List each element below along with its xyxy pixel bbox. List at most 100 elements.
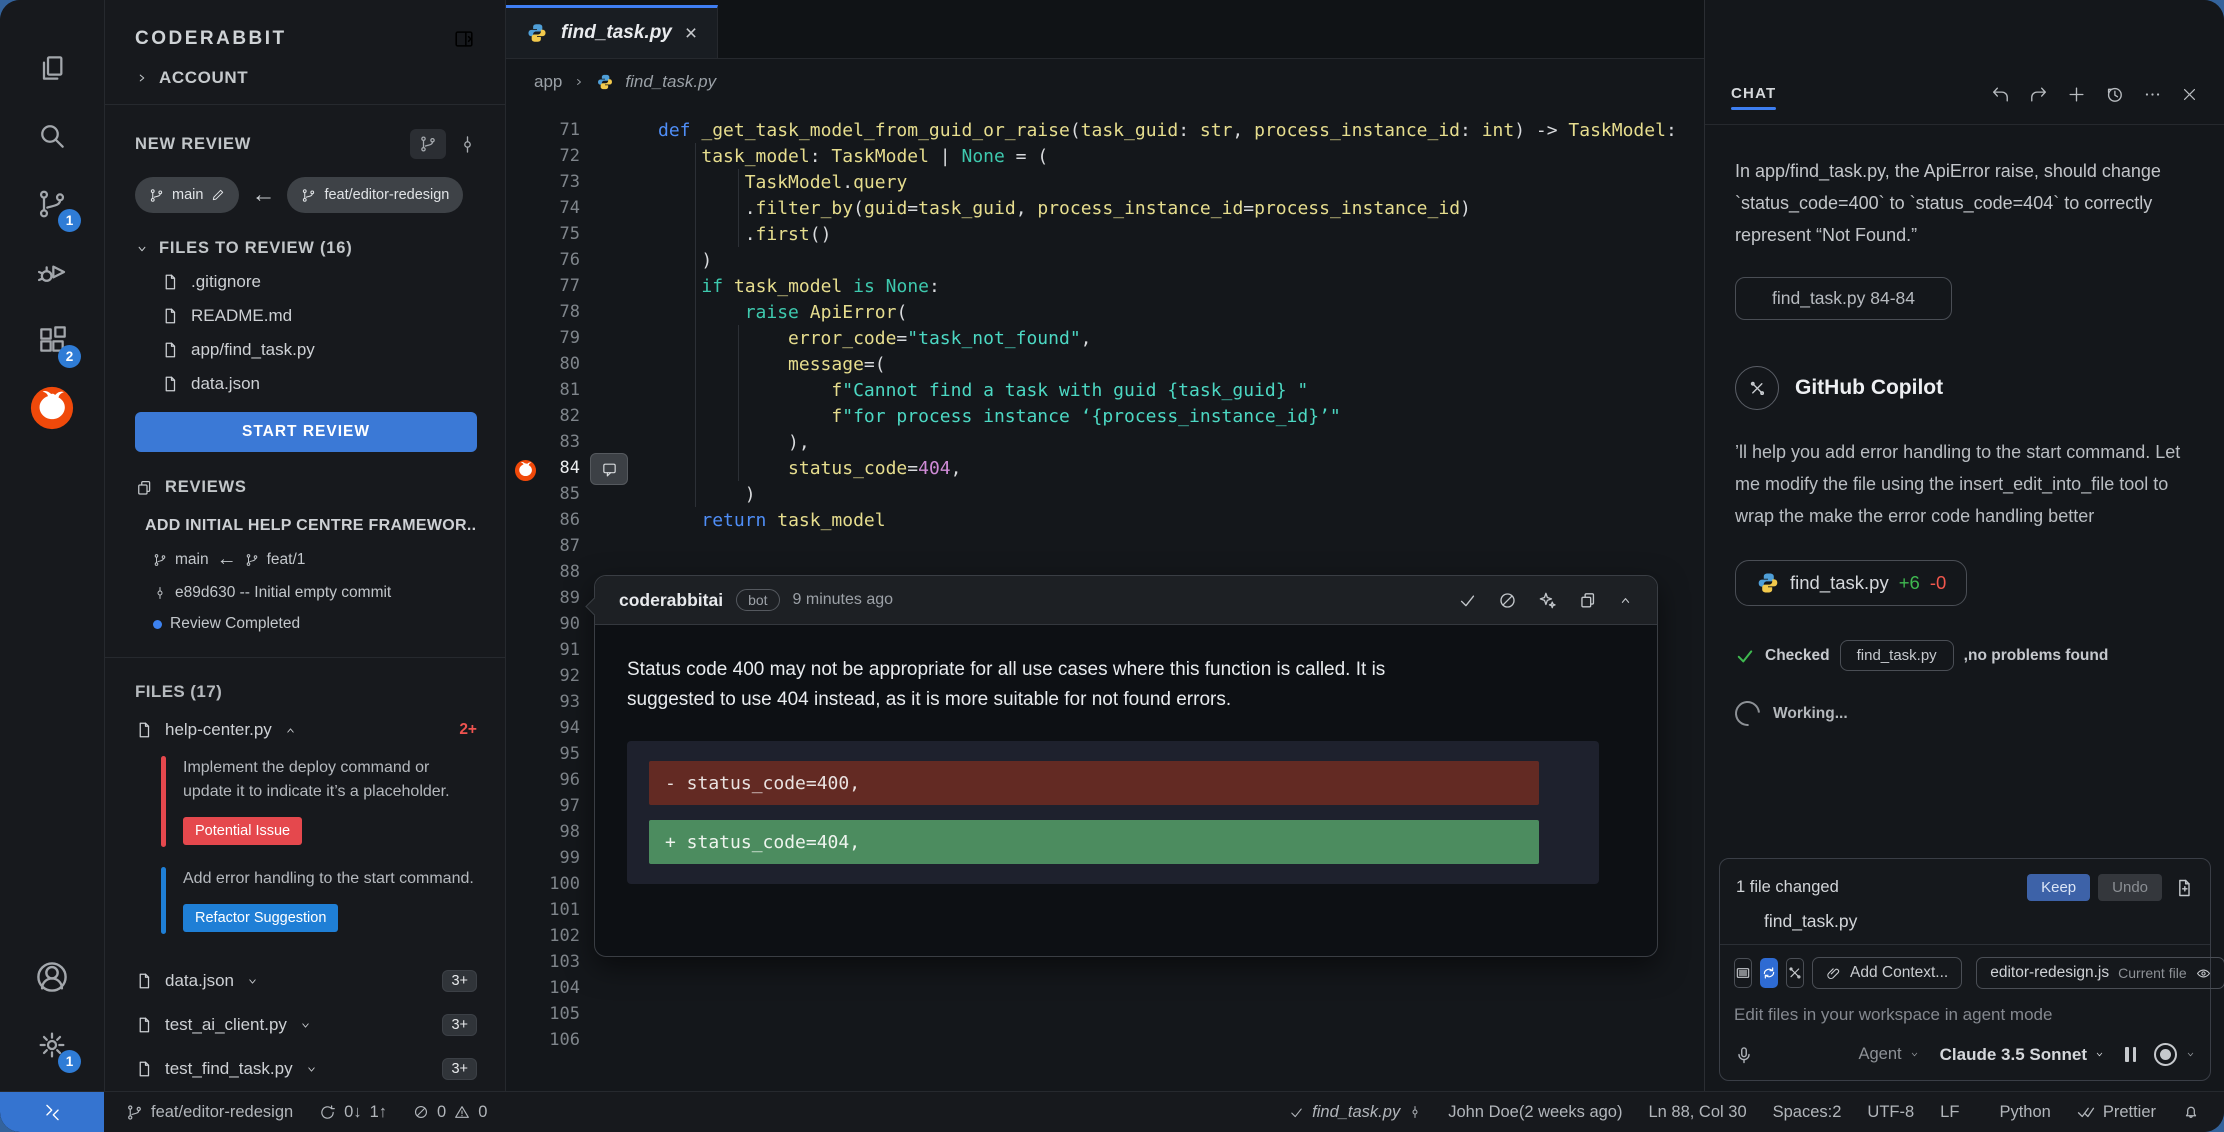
file-reference-pill[interactable]: find_task.py 84-84 <box>1735 277 1952 320</box>
reviews-header[interactable]: REVIEWS <box>135 478 477 497</box>
add-context-button[interactable]: Add Context... <box>1812 957 1962 989</box>
chevron-down-icon[interactable] <box>2185 1049 2196 1060</box>
review-commit[interactable]: e89d630 -- Initial empty commit <box>135 584 477 602</box>
redo-icon[interactable] <box>2029 85 2048 104</box>
model-selector[interactable]: Claude 3.5 Sonnet <box>1940 1045 2105 1065</box>
sync-status[interactable]: 0↓1↑ <box>319 1103 387 1122</box>
breadcrumb-folder[interactable]: app <box>534 72 562 92</box>
checked-file-pill[interactable]: find_task.py <box>1840 640 1954 671</box>
file-row[interactable]: test_ai_client.py3+ <box>135 1014 477 1036</box>
coderabbit-icon[interactable] <box>27 384 77 432</box>
compare-branches-icon[interactable] <box>410 129 446 159</box>
code-line[interactable]: 78 raise ApiError( <box>506 299 1704 325</box>
code-line[interactable]: 75 .first() <box>506 221 1704 247</box>
code-line[interactable]: 86 return task_model <box>506 507 1704 533</box>
open-panel-icon[interactable] <box>453 28 475 50</box>
mode-selector[interactable]: Agent <box>1859 1045 1920 1064</box>
problems-status[interactable]: 0 0 <box>413 1103 487 1122</box>
base-branch-pill[interactable]: main <box>135 177 239 213</box>
compare-branch-pill[interactable]: feat/editor-redesign <box>287 177 463 213</box>
chat-input-placeholder[interactable]: Edit files in your workspace in agent mo… <box>1734 1005 2196 1025</box>
code-line[interactable]: 84 status_code=404, <box>506 455 1704 481</box>
collapse-icon[interactable] <box>1618 593 1633 608</box>
account-section-header[interactable]: ACCOUNT <box>105 64 505 105</box>
breadcrumb-file[interactable]: find_task.py <box>625 72 716 92</box>
source-control-icon[interactable]: 1 <box>27 180 77 228</box>
formatter-status[interactable]: Prettier <box>2077 1103 2156 1122</box>
run-debug-icon[interactable] <box>27 248 77 296</box>
prompt-library-icon[interactable] <box>1734 958 1752 988</box>
file-to-review[interactable]: README.md <box>135 306 477 326</box>
code-line[interactable]: 77 if task_model is None: <box>506 273 1704 299</box>
mic-icon[interactable] <box>1734 1045 1754 1065</box>
code-line[interactable]: 85 ) <box>506 481 1704 507</box>
encoding[interactable]: UTF-8 <box>1867 1103 1914 1122</box>
changed-file-pill[interactable]: find_task.py +6 -0 <box>1735 560 1967 606</box>
code-editor[interactable]: 71def _get_task_model_from_guid_or_raise… <box>506 105 1704 1091</box>
code-line[interactable]: 76 ) <box>506 247 1704 273</box>
keep-button[interactable]: Keep <box>2027 874 2090 901</box>
changed-file-entry[interactable]: find_task.py <box>1736 911 2194 932</box>
agent-loop-icon[interactable] <box>1760 958 1778 988</box>
code-line[interactable]: 106 <box>506 1027 1704 1053</box>
undo-button[interactable]: Undo <box>2098 874 2162 901</box>
chat-messages[interactable]: In app/find_task.py, the ApiError raise,… <box>1705 125 2224 848</box>
files-to-review-header[interactable]: FILES TO REVIEW (16) <box>135 239 477 258</box>
file-row-expanded[interactable]: help-center.py 2+ <box>135 720 477 740</box>
undo-icon[interactable] <box>1991 85 2010 104</box>
indentation[interactable]: Spaces:2 <box>1773 1103 1842 1122</box>
extensions-icon[interactable]: 2 <box>27 316 77 364</box>
ignore-icon[interactable] <box>1498 591 1517 610</box>
send-record-button[interactable] <box>2154 1043 2177 1066</box>
commit-icon[interactable] <box>458 135 477 154</box>
explorer-icon[interactable] <box>27 44 77 92</box>
tab-find-task[interactable]: find_task.py × <box>506 5 718 58</box>
cursor-position[interactable]: Ln 88, Col 30 <box>1648 1103 1746 1122</box>
active-file-status[interactable]: find_task.py <box>1289 1103 1422 1122</box>
tools-icon[interactable] <box>1786 958 1804 988</box>
code-line[interactable]: 105 <box>506 1001 1704 1027</box>
code-line[interactable]: 71def _get_task_model_from_guid_or_raise… <box>506 117 1704 143</box>
settings-gear-icon[interactable]: 1 <box>27 1021 77 1069</box>
bell-icon[interactable] <box>2182 1103 2200 1121</box>
eol[interactable]: LF <box>1940 1103 1959 1122</box>
code-line[interactable]: 74 .filter_by(guid=task_guid, process_in… <box>506 195 1704 221</box>
ai-sparkle-icon[interactable] <box>1538 591 1557 610</box>
file-row[interactable]: data.json3+ <box>135 970 477 992</box>
file-to-review[interactable]: .gitignore <box>135 272 477 292</box>
code-line[interactable]: 72 task_model: TaskModel | None = ( <box>506 143 1704 169</box>
code-line[interactable]: 104 <box>506 975 1704 1001</box>
account-icon[interactable] <box>27 953 77 1001</box>
coderabbit-marker-icon[interactable] <box>514 459 537 482</box>
issue-card[interactable]: Add error handling to the start command.… <box>161 861 477 948</box>
copy-icon[interactable] <box>1578 591 1597 610</box>
branch-status[interactable]: feat/editor-redesign <box>126 1103 293 1122</box>
edit-pencil-icon[interactable] <box>211 188 225 202</box>
close-tab-icon[interactable]: × <box>685 23 697 44</box>
file-to-review[interactable]: app/find_task.py <box>135 340 477 360</box>
review-item[interactable]: ADD INITIAL HELP CENTRE FRAMEWOR... <box>135 517 477 535</box>
code-line[interactable]: 87 <box>506 533 1704 559</box>
code-line[interactable]: 73 TaskModel.query <box>506 169 1704 195</box>
current-file-pill[interactable]: editor-redesign.js Current file <box>1976 957 2224 989</box>
search-icon[interactable] <box>27 112 77 160</box>
issue-card[interactable]: Implement the deploy command or update i… <box>161 750 477 861</box>
start-review-button[interactable]: START REVIEW <box>135 412 477 452</box>
eye-icon[interactable] <box>2196 966 2211 981</box>
code-line[interactable]: 83 ), <box>506 429 1704 455</box>
code-line[interactable]: 79 error_code="task_not_found", <box>506 325 1704 351</box>
file-row[interactable]: test_find_task.py3+ <box>135 1058 477 1080</box>
code-line[interactable]: 81 f"Cannot find a task with guid {task_… <box>506 377 1704 403</box>
remote-indicator[interactable] <box>0 1092 104 1132</box>
history-icon[interactable] <box>2105 85 2124 104</box>
resolve-check-icon[interactable] <box>1458 591 1477 610</box>
pause-button[interactable] <box>2125 1047 2136 1062</box>
more-icon[interactable] <box>2143 85 2162 104</box>
code-line[interactable]: 82 f"for process instance ‘{process_inst… <box>506 403 1704 429</box>
language-mode[interactable]: Python <box>1999 1103 2050 1122</box>
code-line[interactable]: 80 message=( <box>506 351 1704 377</box>
git-blame[interactable]: John Doe(2 weeks ago) <box>1448 1103 1622 1122</box>
close-icon[interactable] <box>2181 86 2198 103</box>
view-diff-icon[interactable] <box>2174 878 2194 898</box>
file-to-review[interactable]: data.json <box>135 374 477 394</box>
